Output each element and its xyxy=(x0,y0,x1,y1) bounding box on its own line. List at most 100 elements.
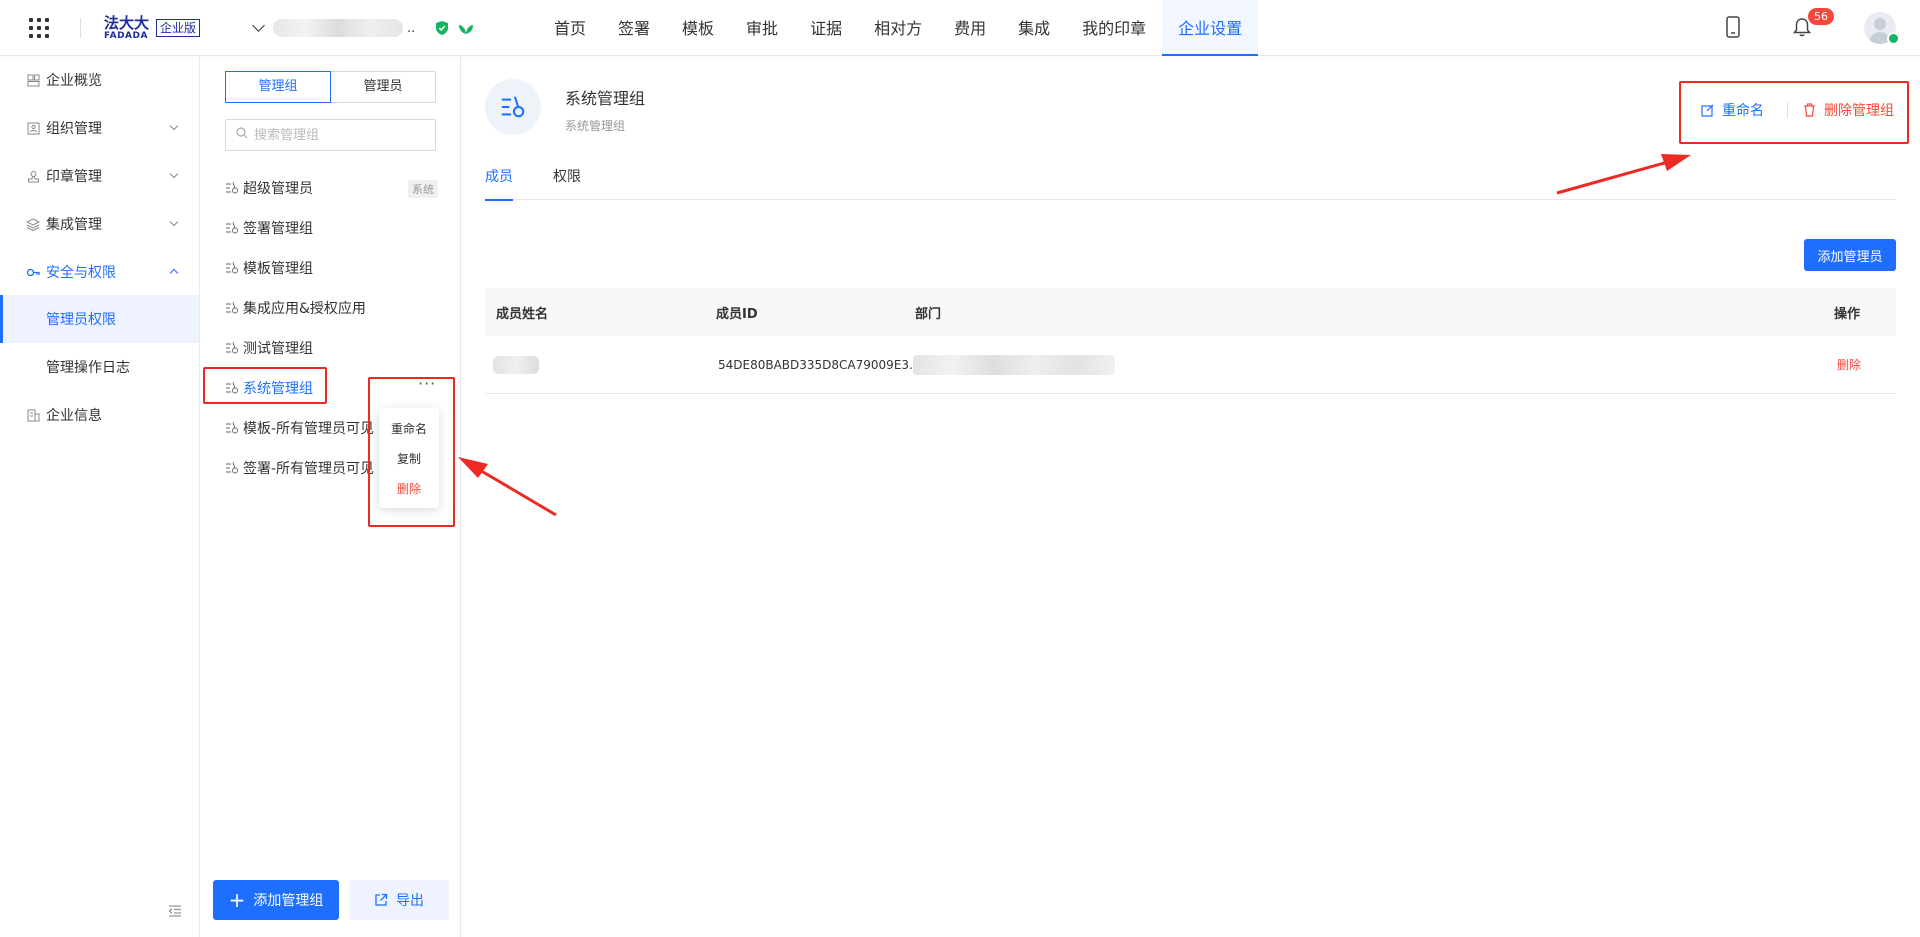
group-admin-switch: 管理组 管理员 xyxy=(225,71,436,103)
sidebar-item-seals[interactable]: 印章管理 xyxy=(0,154,199,198)
group-item-sign[interactable]: 签署管理组 xyxy=(225,211,443,245)
department-redacted xyxy=(913,354,1115,375)
page-title: 系统管理组 xyxy=(565,89,646,108)
notification-count-badge: 56 xyxy=(1808,8,1834,25)
rename-button[interactable]: 重命名 xyxy=(1701,100,1764,120)
mobile-icon[interactable] xyxy=(1726,16,1740,42)
menu-item-copy[interactable]: 复制 xyxy=(379,444,439,474)
logo[interactable]: 法大大 FADADA 企业版 xyxy=(104,14,201,42)
sidebar-item-label: 管理员权限 xyxy=(46,312,116,328)
remove-member-link[interactable]: 删除 xyxy=(1837,356,1861,373)
group-context-menu: 重命名 复制 删除 xyxy=(379,408,439,508)
members-table: 成员姓名 成员ID 部门 操作 54DE80BABD335D8CA79009E3… xyxy=(485,288,1896,394)
sidebar-item-label: 组织管理 xyxy=(46,121,102,137)
rename-label: 重命名 xyxy=(1722,103,1764,119)
more-actions-icon[interactable]: ··· xyxy=(418,376,436,392)
nav-integration[interactable]: 集成 xyxy=(1002,0,1066,56)
group-item-label: 模板-所有管理员可见 xyxy=(243,421,375,437)
sidebar-item-label: 印章管理 xyxy=(46,169,102,185)
add-admin-button[interactable]: 添加管理员 xyxy=(1804,239,1896,271)
tab-members[interactable]: 成员 xyxy=(485,166,513,201)
column-header: 部门 xyxy=(915,306,942,322)
group-item-system[interactable]: 系统管理组 xyxy=(225,371,443,405)
column-header: 操作 xyxy=(1834,306,1861,322)
building-icon xyxy=(26,408,40,422)
delete-group-button[interactable]: 删除管理组 xyxy=(1803,100,1894,120)
menu-item-rename[interactable]: 重命名 xyxy=(379,414,439,444)
sidebar-item-operation-log[interactable]: 管理操作日志 xyxy=(0,343,199,391)
export-button[interactable]: 导出 xyxy=(349,880,449,920)
group-item-label: 测试管理组 xyxy=(243,341,313,357)
nav-my-seals[interactable]: 我的印章 xyxy=(1066,0,1162,56)
layers-icon xyxy=(26,217,40,231)
tab-admins[interactable]: 管理员 xyxy=(331,72,435,102)
company-switcher[interactable]: .. xyxy=(252,18,415,38)
group-detail: 系统管理组 系统管理组 重命名 删除管理组 成员 权限 添加管理员 成员姓名 成… xyxy=(461,56,1920,937)
search-input[interactable] xyxy=(254,127,424,143)
table-row: 54DE80BABD335D8CA79009E3... 删除 xyxy=(485,336,1896,394)
divider xyxy=(1787,102,1788,118)
group-icon xyxy=(501,96,525,118)
nav-enterprise-settings[interactable]: 企业设置 xyxy=(1162,0,1259,56)
group-icon xyxy=(226,462,238,474)
nav-template[interactable]: 模板 xyxy=(666,0,730,56)
sidebar-item-admin-permissions[interactable]: 管理员权限 xyxy=(0,295,199,343)
delete-group-label: 删除管理组 xyxy=(1824,103,1894,119)
export-icon xyxy=(374,893,388,907)
eco-leaf-icon xyxy=(458,19,474,36)
group-icon xyxy=(226,262,238,274)
group-item-label: 超级管理员 xyxy=(243,181,313,197)
export-label: 导出 xyxy=(396,893,424,909)
group-avatar xyxy=(485,79,541,135)
search-icon xyxy=(236,127,248,143)
group-icon xyxy=(226,342,238,354)
logo-en-text: FADADA xyxy=(104,30,148,41)
sidebar-item-label: 安全与权限 xyxy=(46,265,116,281)
tab-permissions[interactable]: 权限 xyxy=(553,166,581,200)
sidebar-item-label: 集成管理 xyxy=(46,217,102,233)
nav-approval[interactable]: 审批 xyxy=(730,0,794,56)
divider xyxy=(80,18,81,38)
collapse-sidebar-icon[interactable] xyxy=(168,905,182,921)
app-launcher-icon[interactable] xyxy=(29,18,49,38)
group-item-test[interactable]: 测试管理组 xyxy=(225,331,443,365)
table-header: 成员姓名 成员ID 部门 操作 xyxy=(485,288,1896,336)
sidebar-item-label: 企业信息 xyxy=(46,408,102,424)
group-icon xyxy=(226,382,238,394)
tab-admin-groups[interactable]: 管理组 xyxy=(225,71,331,103)
org-icon xyxy=(26,121,40,135)
nav-counterparty[interactable]: 相对方 xyxy=(858,0,938,56)
security-icon xyxy=(26,265,40,279)
verified-check-icon xyxy=(1887,32,1900,45)
plus-icon: + xyxy=(228,888,246,912)
chevron-up-icon xyxy=(169,268,179,278)
detail-tabs: 成员 权限 xyxy=(485,166,1896,201)
group-item-template[interactable]: 模板管理组 xyxy=(225,251,443,285)
group-item-label: 系统管理组 xyxy=(243,381,313,397)
nav-evidence[interactable]: 证据 xyxy=(794,0,858,56)
group-search xyxy=(225,119,436,151)
chevron-down-icon xyxy=(169,169,179,179)
system-tag: 系统 xyxy=(408,180,438,198)
sidebar-item-security[interactable]: 安全与权限 xyxy=(0,250,199,294)
column-header: 成员姓名 xyxy=(496,306,549,322)
sidebar-item-overview[interactable]: 企业概览 xyxy=(0,58,199,102)
sidebar-item-integration[interactable]: 集成管理 xyxy=(0,202,199,246)
trash-icon xyxy=(1803,103,1816,117)
chevron-down-icon xyxy=(169,217,179,227)
sidebar: 企业概览 组织管理 印章管理 集成管理 安全与权限 管理员权限 管理操作日志 企… xyxy=(0,56,200,937)
add-group-button[interactable]: + 添加管理组 xyxy=(213,880,339,920)
group-item-integration[interactable]: 集成应用&授权应用 xyxy=(225,291,443,325)
menu-item-delete[interactable]: 删除 xyxy=(379,474,439,504)
nav-home[interactable]: 首页 xyxy=(538,0,602,56)
member-name-redacted xyxy=(493,355,539,374)
edition-badge: 企业版 xyxy=(156,19,201,37)
sidebar-item-enterprise-info[interactable]: 企业信息 xyxy=(0,391,199,439)
nav-fees[interactable]: 费用 xyxy=(938,0,1002,56)
group-item-label: 签署-所有管理员可见 xyxy=(243,461,375,477)
group-item-label: 集成应用&授权应用 xyxy=(243,301,366,317)
sidebar-item-org[interactable]: 组织管理 xyxy=(0,106,199,150)
verified-shield-icon xyxy=(434,19,450,36)
nav-sign[interactable]: 签署 xyxy=(602,0,666,56)
chevron-down-icon xyxy=(169,121,179,131)
